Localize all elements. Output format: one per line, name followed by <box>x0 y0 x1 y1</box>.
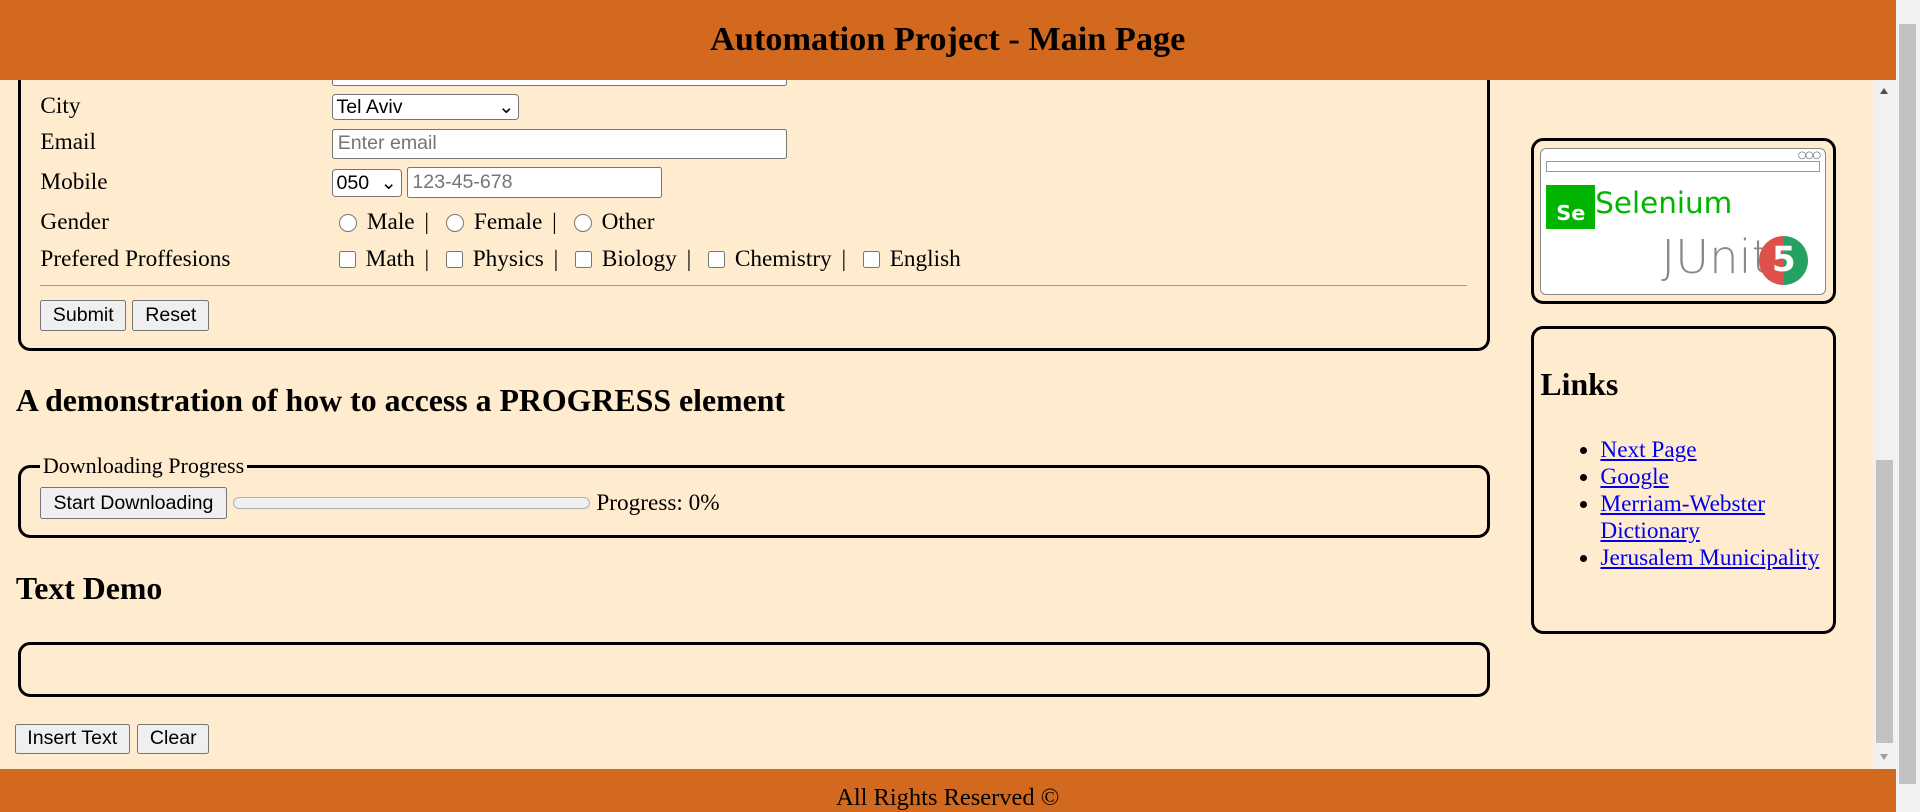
junit-text: JUnit <box>1661 229 1770 284</box>
scrollbar-thumb[interactable] <box>1875 460 1894 744</box>
window-scrollbar[interactable] <box>1895 0 1920 812</box>
city-value: Tel Aviv <box>336 95 403 118</box>
option-label: Other <box>601 209 655 236</box>
mobile-label: Mobile <box>40 168 108 195</box>
scroll-down-arrow-icon[interactable] <box>1879 754 1888 761</box>
radio-male[interactable] <box>339 213 358 232</box>
progress-text: Progress: 0% <box>596 489 720 516</box>
gender-options: Male | Female | Other <box>332 209 655 236</box>
checkbox-english[interactable] <box>863 251 880 268</box>
progress-bar <box>232 497 591 510</box>
chevron-down-icon: ⌄ <box>380 172 397 195</box>
page-header: Automation Project - Main Page <box>0 0 1896 80</box>
professions-options: Math | Physics | Biology | Chemistry | Engli… <box>332 246 961 273</box>
mobile-input[interactable]: 123-45-678 <box>406 166 663 199</box>
link-next-page[interactable]: Next Page <box>1600 437 1696 463</box>
checkbox-math[interactable] <box>339 251 356 268</box>
separator: | <box>686 246 692 273</box>
city-label: City <box>40 93 81 120</box>
option-label: Male <box>366 209 415 236</box>
text-demo-area <box>18 641 1491 697</box>
email-placeholder: Enter email <box>337 132 437 155</box>
submit-button[interactable]: Submit <box>40 300 127 331</box>
footer-text: All Rights Reserved © <box>836 783 1060 811</box>
page-scrollbar[interactable] <box>1873 79 1896 769</box>
mobile-prefix-value: 050 <box>336 171 370 194</box>
option-label: Physics <box>472 246 544 273</box>
option-label: Biology <box>601 246 677 273</box>
list-item: Next Page <box>1600 437 1833 464</box>
window-scrollbar-thumb[interactable] <box>1899 24 1917 784</box>
links-list: Next Page Google Merriam-Webster Diction… <box>1540 437 1833 572</box>
text-demo-heading: Text Demo <box>15 570 163 606</box>
page-footer: All Rights Reserved © <box>0 768 1896 812</box>
progress-heading: A demonstration of how to access a PROGR… <box>15 383 786 419</box>
list-item: Google <box>1600 464 1833 491</box>
option-label: Math <box>365 246 415 273</box>
reset-button[interactable]: Reset <box>132 300 210 331</box>
link-jerusalem-municipality[interactable]: Jerusalem Municipality <box>1600 545 1819 571</box>
selenium-icon: Se <box>1546 184 1596 229</box>
list-item: Merriam-Webster Dictionary <box>1600 491 1833 545</box>
start-downloading-button[interactable]: Start Downloading <box>40 487 227 520</box>
mobile-prefix-select[interactable]: 050 ⌄ <box>331 168 402 198</box>
checkbox-biology[interactable] <box>575 251 593 268</box>
separator: | <box>552 209 557 236</box>
junit5-icon: 5 <box>1759 236 1809 286</box>
option-label: English <box>889 246 961 273</box>
gender-label: Gender <box>40 209 109 236</box>
separator: | <box>553 246 559 273</box>
chevron-down-icon: ⌄ <box>498 96 515 119</box>
option-label: Female <box>473 209 543 236</box>
clear-button[interactable]: Clear <box>137 723 210 755</box>
list-item: Jerusalem Municipality <box>1600 545 1833 572</box>
mobile-placeholder: 123-45-678 <box>412 170 513 193</box>
option-label: Chemistry <box>734 246 832 273</box>
city-select[interactable]: Tel Aviv ⌄ <box>331 94 520 120</box>
radio-female[interactable] <box>446 213 465 232</box>
link-google[interactable]: Google <box>1600 464 1668 490</box>
email-input[interactable]: Enter email <box>331 128 788 160</box>
separator: | <box>424 209 430 236</box>
link-merriam-webster[interactable]: Merriam-Webster Dictionary <box>1600 491 1765 544</box>
insert-text-button[interactable]: Insert Text <box>14 723 130 755</box>
divider <box>40 285 1467 287</box>
email-label: Email <box>40 128 96 155</box>
links-heading: Links <box>1540 367 1619 403</box>
radio-other[interactable] <box>573 213 592 232</box>
separator: | <box>424 246 430 273</box>
selenium-text: Selenium <box>1595 185 1733 220</box>
scroll-up-arrow-icon[interactable] <box>1879 88 1888 95</box>
page-title: Automation Project - Main Page <box>710 20 1186 59</box>
progress-legend: Downloading Progress <box>40 453 247 480</box>
selenium-junit-logo: ○○○ Se Selenium JUnit 5 <box>1540 148 1826 296</box>
professions-label: Prefered Proffesions <box>40 246 231 273</box>
separator: | <box>841 246 847 273</box>
checkbox-physics[interactable] <box>446 251 463 268</box>
checkbox-chemistry[interactable] <box>708 251 726 268</box>
